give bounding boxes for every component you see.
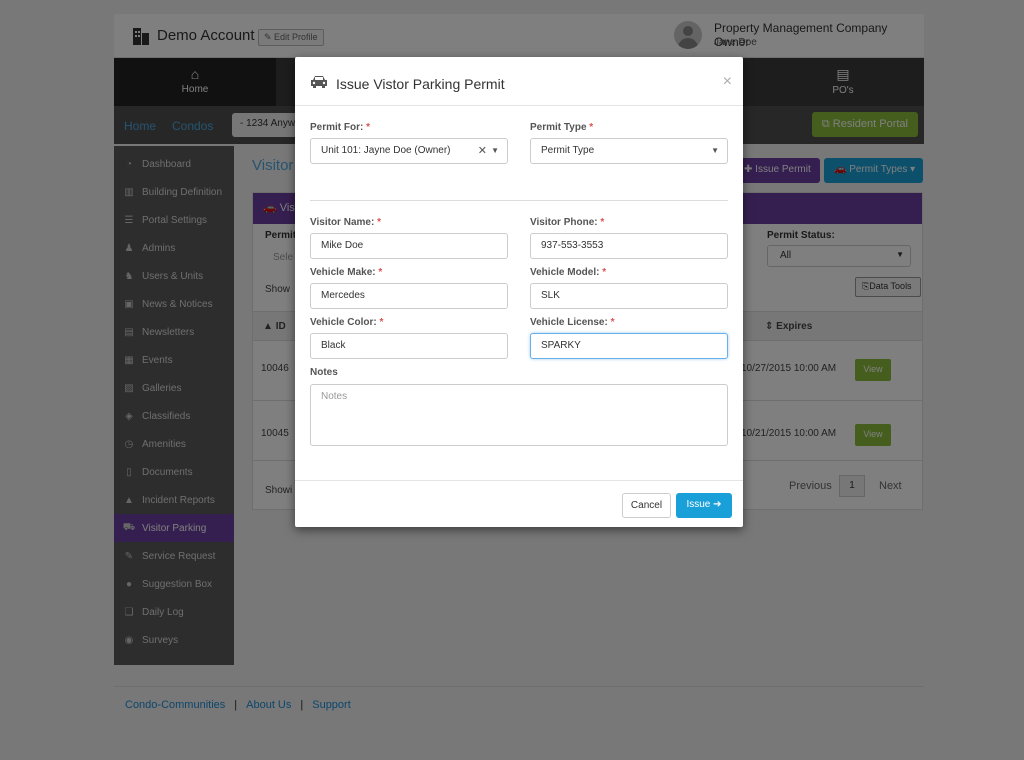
modal-title: Issue Vistor Parking Permit [336,76,505,92]
required-mark: * [366,122,371,133]
car-icon [311,76,327,88]
required-mark: * [610,317,615,328]
notes-textarea[interactable]: Notes [310,384,728,446]
issue-permit-modal: Issue Vistor Parking Permit × Permit For… [295,57,743,527]
vehicle-color-input[interactable]: Black [310,333,508,359]
visitor-name-label-text: Visitor Name: [310,217,375,228]
chevron-down-icon: ▼ [711,146,719,155]
modal-footer: Cancel Issue ➔ [295,480,743,527]
notes-label: Notes [310,367,338,378]
required-mark: * [602,267,607,278]
vehicle-model-label-text: Vehicle Model: [530,267,600,278]
permit-for-label: Permit For: * [310,122,370,133]
vehicle-make-label: Vehicle Make: * [310,267,382,278]
visitor-phone-label: Visitor Phone: * [530,217,604,228]
vehicle-make-input[interactable]: Mercedes [310,283,508,309]
required-mark: * [378,267,383,278]
required-mark: * [379,317,384,328]
issue-button[interactable]: Issue ➔ [676,493,732,518]
cancel-button[interactable]: Cancel [622,493,671,518]
visitor-name-input[interactable]: Mike Doe [310,233,508,259]
permit-for-label-text: Permit For: [310,122,364,133]
vehicle-license-input[interactable]: SPARKY [530,333,728,359]
issue-label: Issue [686,499,711,510]
required-mark: * [589,122,594,133]
permit-for-value: Unit 101: Jayne Doe (Owner) [321,145,451,156]
visitor-phone-input[interactable]: 937-553-3553 [530,233,728,259]
modal-header: Issue Vistor Parking Permit × [295,57,743,106]
permit-type-label-text: Permit Type [530,122,587,133]
close-icon[interactable]: × [723,73,732,91]
vehicle-color-label-text: Vehicle Color: [310,317,377,328]
permit-type-label: Permit Type * [530,122,593,133]
permit-type-select[interactable]: Permit Type ▼ [530,138,728,164]
chevron-down-icon: ▼ [491,146,499,155]
vehicle-license-label-text: Vehicle License: [530,317,608,328]
vehicle-model-label: Vehicle Model: * [530,267,606,278]
permit-type-value: Permit Type [541,145,595,156]
clear-icon[interactable]: ✕ [478,144,487,157]
required-mark: * [377,217,381,228]
visitor-name-label: Visitor Name: * [310,217,381,228]
vehicle-license-label: Vehicle License: * [530,317,615,328]
visitor-phone-label-text: Visitor Phone: [530,217,598,228]
vehicle-make-label-text: Vehicle Make: [310,267,376,278]
required-mark: * [600,217,605,228]
vehicle-model-input[interactable]: SLK [530,283,728,309]
vehicle-color-label: Vehicle Color: * [310,317,383,328]
divider [310,200,728,201]
arrow-right-icon: ➔ [713,499,722,510]
permit-for-select[interactable]: Unit 101: Jayne Doe (Owner) ✕ ▼ [310,138,508,164]
